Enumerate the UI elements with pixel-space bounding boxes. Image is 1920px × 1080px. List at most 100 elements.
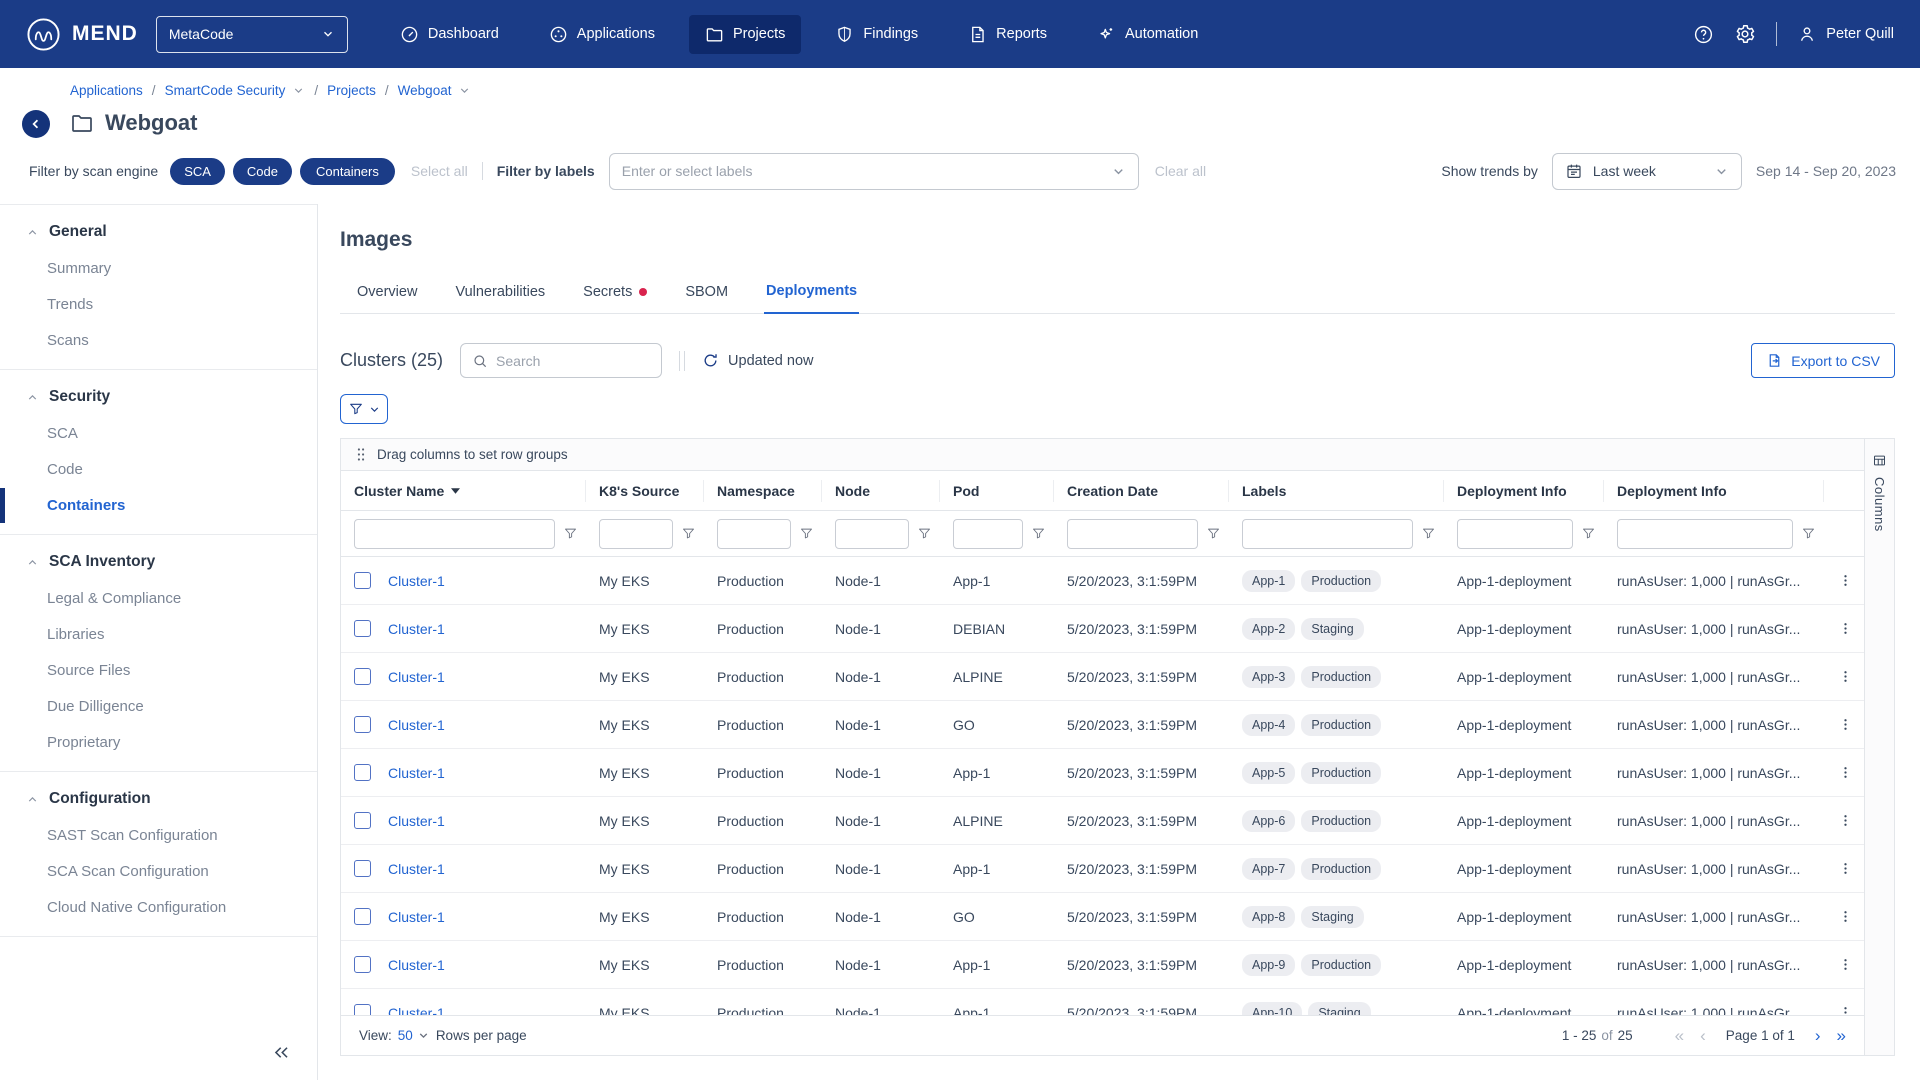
breadcrumb-item[interactable]: Applications	[70, 83, 143, 98]
engine-pill-code[interactable]: Code	[233, 158, 292, 185]
row-menu-button[interactable]	[1824, 860, 1864, 877]
next-page-icon[interactable]: ›	[1815, 1027, 1821, 1044]
sidebar-collapse-button[interactable]	[272, 1043, 291, 1062]
cluster-link[interactable]: Cluster-1	[388, 573, 445, 589]
user-menu[interactable]: Peter Quill	[1797, 24, 1894, 44]
refresh-icon[interactable]	[702, 352, 719, 369]
column-filter-input[interactable]	[835, 519, 909, 549]
sidebar-item-due-dilligence[interactable]: Due Dilligence	[0, 689, 317, 724]
funnel-icon[interactable]	[799, 526, 814, 541]
funnel-icon[interactable]	[1581, 526, 1596, 541]
sidebar-item-sca-scan-configuration[interactable]: SCA Scan Configuration	[0, 854, 317, 889]
first-page-icon[interactable]: «	[1675, 1027, 1684, 1044]
column-header-namespace[interactable]: Namespace	[704, 480, 822, 502]
column-header-cluster-name[interactable]: Cluster Name	[341, 480, 586, 502]
org-selector[interactable]: MetaCode	[156, 16, 348, 53]
column-header-deployment-info[interactable]: Deployment Info	[1444, 480, 1604, 502]
row-menu-button[interactable]	[1824, 716, 1864, 733]
search-input[interactable]	[496, 353, 650, 369]
chevron-down-icon[interactable]	[292, 84, 305, 97]
back-button[interactable]	[22, 110, 50, 138]
column-header-node[interactable]: Node	[822, 480, 940, 502]
sidebar-item-code[interactable]: Code	[0, 452, 317, 487]
sidebar-section-header[interactable]: SCA Inventory	[0, 544, 317, 580]
breadcrumb-item[interactable]: Webgoat	[398, 83, 452, 98]
nav-item-projects[interactable]: Projects	[689, 15, 801, 54]
cluster-link[interactable]: Cluster-1	[388, 669, 445, 685]
sidebar-item-source-files[interactable]: Source Files	[0, 653, 317, 688]
tab-sbom[interactable]: SBOM	[683, 273, 730, 313]
column-filter-input[interactable]	[1067, 519, 1198, 549]
row-menu-button[interactable]	[1824, 764, 1864, 781]
funnel-icon[interactable]	[917, 526, 932, 541]
columns-panel-tab[interactable]: Columns	[1864, 439, 1894, 1055]
sidebar-item-libraries[interactable]: Libraries	[0, 617, 317, 652]
column-filter-input[interactable]	[1242, 519, 1413, 549]
funnel-icon[interactable]	[1421, 526, 1436, 541]
chevron-down-icon[interactable]	[1111, 164, 1126, 179]
row-group-dropzone[interactable]: Drag columns to set row groups	[341, 439, 1864, 471]
row-menu-button[interactable]	[1824, 956, 1864, 973]
sidebar-section-header[interactable]: Security	[0, 379, 317, 415]
cluster-link[interactable]: Cluster-1	[388, 1005, 445, 1016]
cluster-link[interactable]: Cluster-1	[388, 957, 445, 973]
funnel-icon[interactable]	[1206, 526, 1221, 541]
nav-item-reports[interactable]: Reports	[952, 15, 1063, 54]
sidebar-section-header[interactable]: Configuration	[0, 781, 317, 817]
row-menu-button[interactable]	[1824, 908, 1864, 925]
row-checkbox[interactable]	[354, 764, 371, 781]
cluster-link[interactable]: Cluster-1	[388, 717, 445, 733]
tab-vulnerabilities[interactable]: Vulnerabilities	[453, 273, 547, 313]
funnel-icon[interactable]	[1031, 526, 1046, 541]
cluster-link[interactable]: Cluster-1	[388, 861, 445, 877]
sidebar-item-scans[interactable]: Scans	[0, 323, 317, 358]
row-checkbox[interactable]	[354, 716, 371, 733]
trends-period-select[interactable]: Last week	[1552, 153, 1742, 190]
cluster-link[interactable]: Cluster-1	[388, 813, 445, 829]
export-csv-button[interactable]: Export to CSV	[1751, 343, 1895, 378]
gear-icon[interactable]	[1734, 23, 1756, 45]
row-checkbox[interactable]	[354, 620, 371, 637]
sidebar-item-summary[interactable]: Summary	[0, 251, 317, 286]
rows-per-page-select[interactable]: 50	[398, 1028, 430, 1043]
sidebar-section-header[interactable]: General	[0, 214, 317, 250]
column-filter-input[interactable]	[599, 519, 673, 549]
table-filter-button[interactable]	[340, 394, 388, 424]
nav-item-findings[interactable]: Findings	[819, 15, 934, 54]
nav-item-dashboard[interactable]: Dashboard	[384, 15, 515, 54]
breadcrumb-item[interactable]: Projects	[327, 83, 376, 98]
row-checkbox[interactable]	[354, 956, 371, 973]
tab-overview[interactable]: Overview	[355, 273, 419, 313]
row-checkbox[interactable]	[354, 668, 371, 685]
breadcrumb-item[interactable]: SmartCode Security	[165, 83, 286, 98]
column-filter-input[interactable]	[1457, 519, 1573, 549]
prev-page-icon[interactable]: ‹	[1700, 1027, 1706, 1044]
row-checkbox[interactable]	[354, 860, 371, 877]
last-page-icon[interactable]: »	[1837, 1027, 1846, 1044]
cluster-link[interactable]: Cluster-1	[388, 621, 445, 637]
row-checkbox[interactable]	[354, 572, 371, 589]
column-filter-input[interactable]	[1617, 519, 1793, 549]
row-menu-button[interactable]	[1824, 620, 1864, 637]
cluster-link[interactable]: Cluster-1	[388, 765, 445, 781]
select-all-link[interactable]: Select all	[411, 163, 468, 179]
column-filter-input[interactable]	[354, 519, 555, 549]
engine-pill-sca[interactable]: SCA	[170, 158, 225, 185]
tab-deployments[interactable]: Deployments	[764, 273, 859, 314]
cluster-link[interactable]: Cluster-1	[388, 909, 445, 925]
sidebar-item-trends[interactable]: Trends	[0, 287, 317, 322]
nav-item-applications[interactable]: Applications	[533, 15, 671, 54]
help-icon[interactable]	[1693, 24, 1714, 45]
column-header-k8-s-source[interactable]: K8's Source	[586, 480, 704, 502]
row-checkbox[interactable]	[354, 908, 371, 925]
clear-all-link[interactable]: Clear all	[1155, 163, 1206, 179]
column-header-creation-date[interactable]: Creation Date	[1054, 480, 1229, 502]
sidebar-item-containers[interactable]: Containers	[0, 488, 317, 523]
column-header-pod[interactable]: Pod	[940, 480, 1054, 502]
labels-filter-input[interactable]	[622, 163, 1111, 179]
sidebar-item-proprietary[interactable]: Proprietary	[0, 725, 317, 760]
sidebar-item-cloud-native-configuration[interactable]: Cloud Native Configuration	[0, 890, 317, 925]
row-menu-button[interactable]	[1824, 668, 1864, 685]
row-checkbox[interactable]	[354, 812, 371, 829]
funnel-icon[interactable]	[1801, 526, 1816, 541]
